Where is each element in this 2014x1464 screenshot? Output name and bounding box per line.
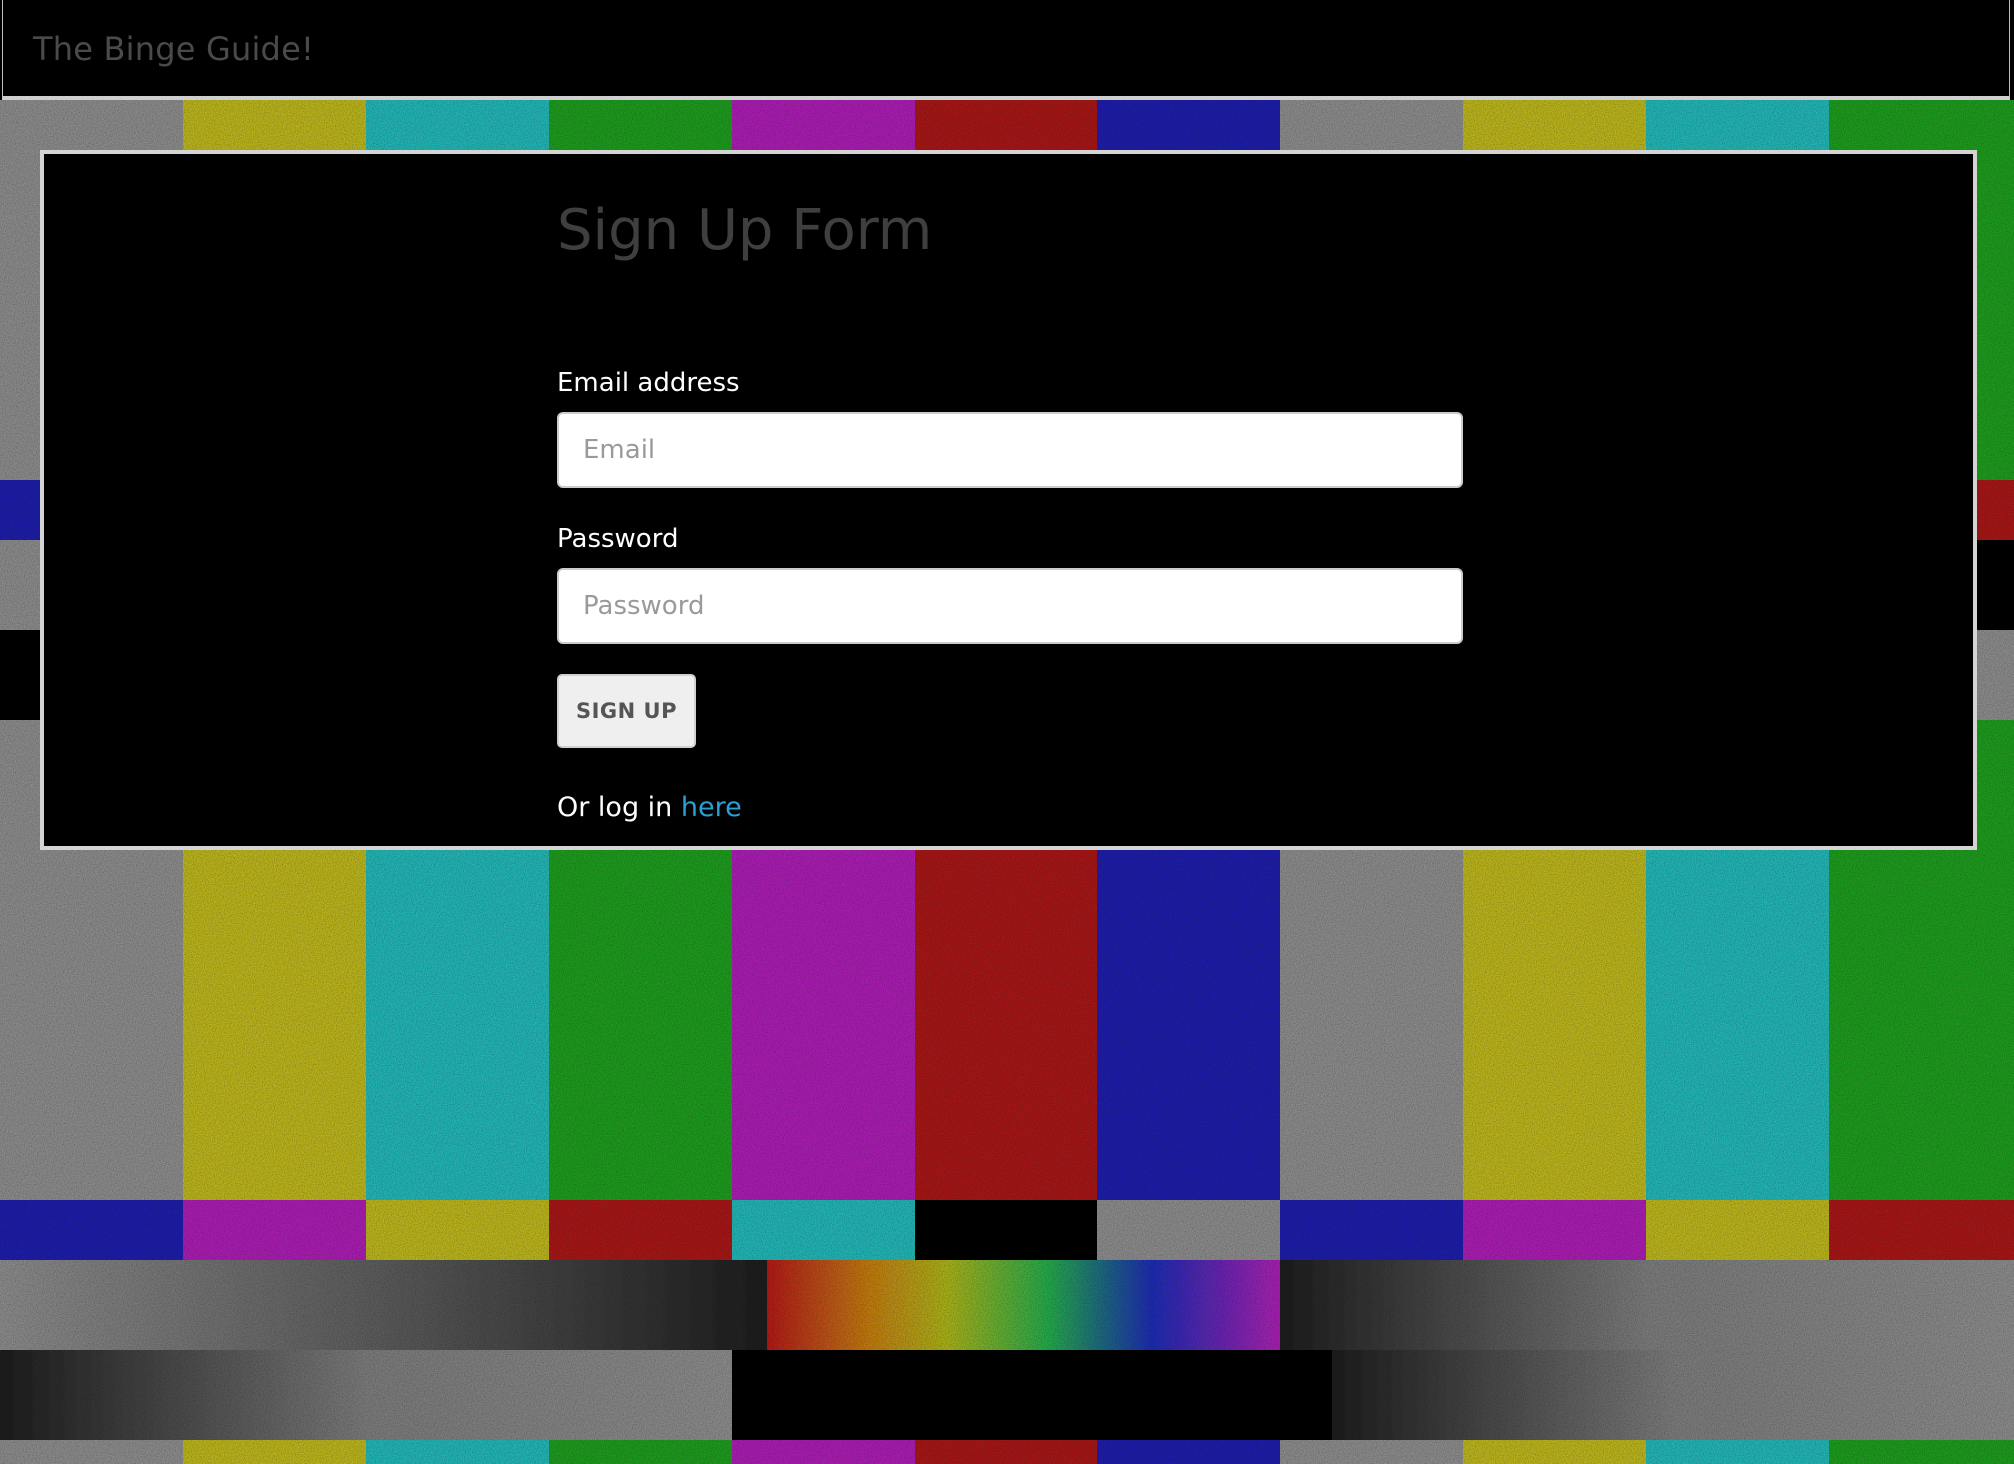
signup-panel: Sign Up Form Email address Password SIGN…: [40, 150, 1977, 850]
login-prompt: Or log in here: [557, 792, 742, 823]
login-prompt-text: Or log in: [557, 792, 673, 823]
password-field[interactable]: [557, 568, 1463, 644]
email-label: Email address: [557, 368, 740, 398]
page-title: Sign Up Form: [557, 198, 933, 263]
login-link[interactable]: here: [681, 792, 742, 823]
page: The Binge Guide! Sign Up Form Email addr…: [0, 0, 2014, 1464]
navbar: The Binge Guide!: [2, 0, 2010, 100]
navbar-brand[interactable]: The Binge Guide!: [33, 30, 314, 68]
email-field[interactable]: [557, 412, 1463, 488]
password-label: Password: [557, 524, 679, 554]
sign-up-button[interactable]: SIGN UP: [557, 674, 696, 748]
